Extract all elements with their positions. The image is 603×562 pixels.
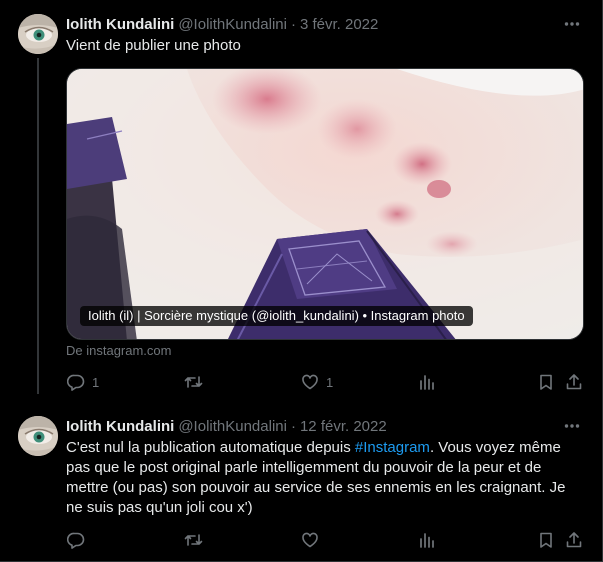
- share-button[interactable]: [564, 530, 584, 550]
- reply-icon: [66, 372, 86, 392]
- like-icon: [300, 372, 320, 392]
- action-bar: [66, 530, 584, 550]
- media-caption: Iolith (il) | Sorcière mystique (@iolith…: [80, 306, 473, 326]
- tweet-text: Vient de publier une photo: [66, 37, 241, 54]
- tweet-text: C'est nul la publication automatique dep…: [66, 438, 582, 518]
- bookmark-icon: [536, 530, 556, 550]
- like-count: 1: [326, 374, 334, 390]
- author-handle[interactable]: @IolithKundalini: [178, 418, 287, 435]
- reply-button[interactable]: [66, 530, 92, 550]
- action-bar: 1 1: [66, 372, 584, 392]
- retweet-icon: [183, 530, 203, 550]
- views-icon: [417, 372, 437, 392]
- thread-line: [37, 58, 39, 394]
- bookmark-button[interactable]: [536, 530, 556, 550]
- bookmark-button[interactable]: [536, 372, 556, 392]
- views-button[interactable]: [417, 372, 437, 392]
- like-button[interactable]: [300, 530, 326, 550]
- reply-count: 1: [92, 374, 100, 390]
- like-icon: [300, 530, 320, 550]
- bookmark-icon: [536, 372, 556, 392]
- share-icon: [564, 372, 584, 392]
- hashtag-link[interactable]: #Instagram: [355, 439, 430, 456]
- tweet-date[interactable]: 3 févr. 2022: [300, 16, 378, 33]
- author-handle[interactable]: @IolithKundalini: [178, 16, 287, 33]
- reply-button[interactable]: 1: [66, 372, 99, 392]
- reply-icon: [66, 530, 86, 550]
- tweet[interactable]: Iolith Kundalini @IolithKundalini · 3 fé…: [0, 0, 602, 400]
- retweet-button[interactable]: [183, 372, 209, 392]
- author-name[interactable]: Iolith Kundalini: [66, 16, 174, 33]
- instagram-photo: [67, 69, 583, 339]
- share-button[interactable]: [564, 372, 584, 392]
- separator-dot: ·: [290, 417, 296, 435]
- media-card[interactable]: Iolith (il) | Sorcière mystique (@iolith…: [66, 68, 584, 340]
- media-source-link[interactable]: De instagram.com: [66, 343, 171, 359]
- share-icon: [564, 530, 584, 550]
- separator-dot: ·: [290, 15, 296, 33]
- avatar[interactable]: [18, 416, 58, 456]
- tweet-header: Iolith Kundalini @IolithKundalini · 12 f…: [66, 416, 582, 436]
- author-name[interactable]: Iolith Kundalini: [66, 418, 174, 435]
- views-button[interactable]: [417, 530, 437, 550]
- views-icon: [417, 530, 437, 550]
- tweet[interactable]: Iolith Kundalini @IolithKundalini · 12 f…: [0, 400, 602, 562]
- more-icon[interactable]: [562, 14, 582, 34]
- tweet-header: Iolith Kundalini @IolithKundalini · 3 fé…: [66, 14, 582, 34]
- retweet-button[interactable]: [183, 530, 209, 550]
- like-button[interactable]: 1: [300, 372, 333, 392]
- tweet-text-start: C'est nul la publication automatique dep…: [66, 439, 355, 456]
- tweet-date[interactable]: 12 févr. 2022: [300, 418, 387, 435]
- retweet-icon: [183, 372, 203, 392]
- more-icon[interactable]: [562, 416, 582, 436]
- avatar[interactable]: [18, 14, 58, 54]
